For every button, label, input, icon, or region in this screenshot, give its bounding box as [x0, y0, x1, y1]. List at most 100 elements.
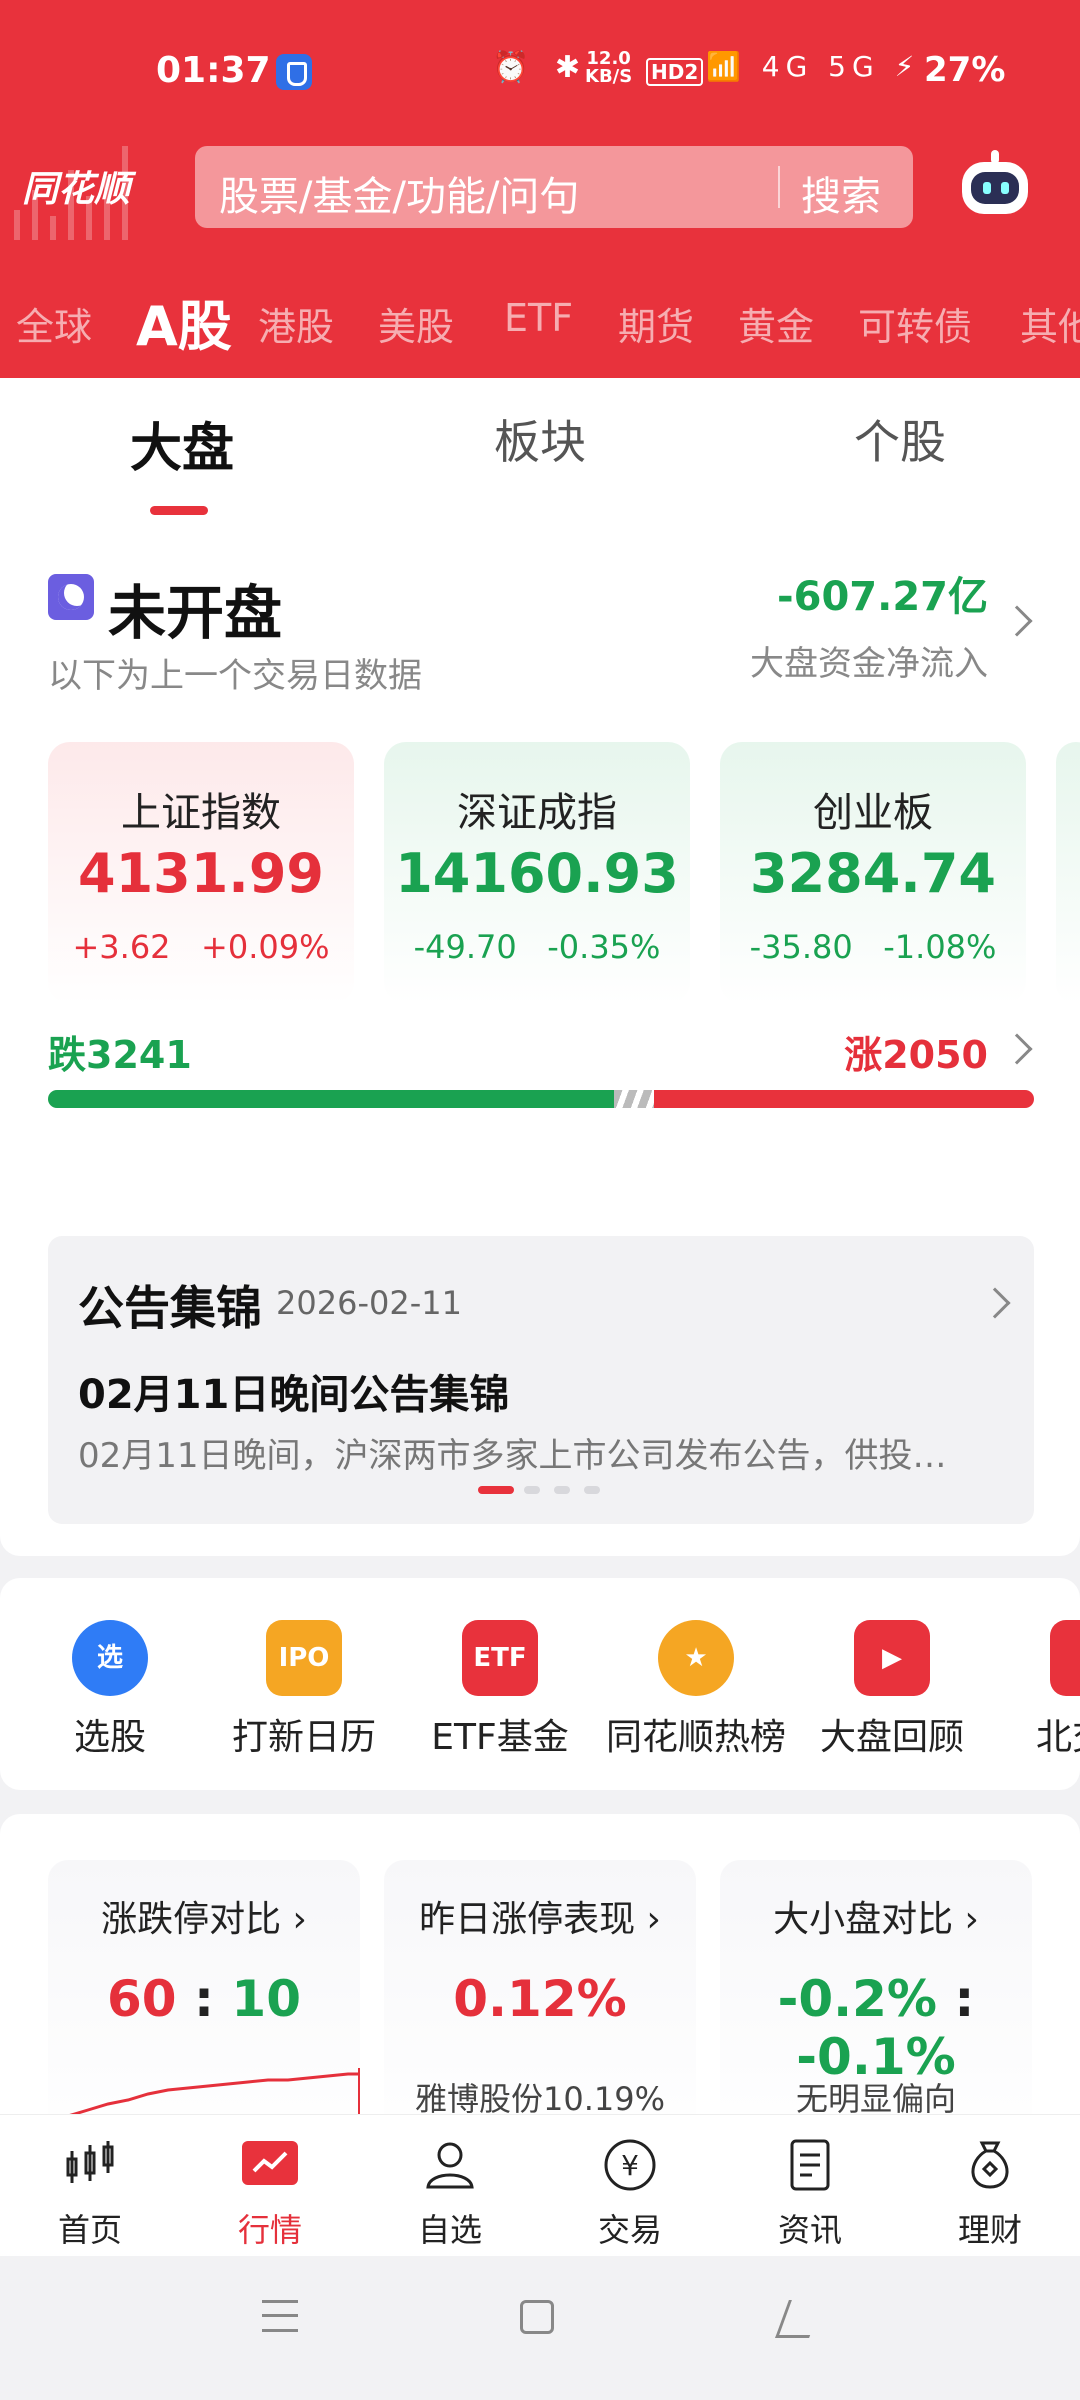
network-speed-unit: KB/S: [585, 66, 633, 87]
rising-count[interactable]: 涨2050: [844, 1024, 988, 1079]
tool-etf-funds[interactable]: ETF ETF基金: [400, 1578, 600, 1790]
signal-icons: 📶 4G 5G ⚡: [706, 50, 921, 83]
stat-value: -0.2% : -0.1%: [720, 1970, 1032, 2086]
large-vs-small-cap-card[interactable]: 大小盘对比 › -0.2% : -0.1% 无明显偏向: [720, 1860, 1032, 2114]
recent-apps-icon[interactable]: [262, 2300, 298, 2332]
app-header: 01:37 ⏰ ✱ 12.0 KB/S HD2 📶 4G 5G ⚡ 27% 同花顺…: [0, 0, 1080, 378]
yesterday-limit-up-card[interactable]: 昨日涨停表现 › 0.12% 雅博股份10.19%: [384, 1860, 696, 2114]
chevron-right-icon[interactable]: [979, 1287, 1011, 1319]
sub-tabs: 大盘 板块 个股: [0, 406, 1080, 515]
stat-extra: 雅博股份10.19%: [414, 2080, 666, 2114]
large-cap-change: -0.2%: [777, 1970, 937, 2028]
nav-watchlist[interactable]: 自选: [360, 2115, 540, 2257]
stat-separator: :: [194, 1970, 214, 2028]
search-divider: [778, 166, 780, 208]
network-speed: 12.0 KB/S: [585, 50, 632, 86]
tool-beijing-exchange[interactable]: 北交: [988, 1578, 1080, 1790]
candlestick-icon: [66, 2141, 114, 2183]
etf-icon: ETF: [462, 1620, 538, 1696]
index-name: 深证成指: [457, 790, 617, 836]
tab-futures[interactable]: 期货: [618, 296, 694, 351]
subtab-stocks[interactable]: 个股: [854, 406, 946, 472]
robot-icon[interactable]: [958, 150, 1032, 220]
market-tabs: 全球 A股 港股 美股 ETF 期货 黄金 可转债 其他: [0, 282, 1080, 358]
index-card-chinext[interactable]: 创业板 3284.74 -35.80 -1.08%: [720, 742, 1026, 1004]
net-capital-flow-label[interactable]: 大盘资金净流入: [750, 636, 988, 685]
alarm-bluetooth-icons: ⏰ ✱: [492, 50, 589, 85]
announcement-headline: 02月11日晚间公告集锦: [78, 1372, 510, 1418]
app-logo[interactable]: 同花顺: [22, 160, 172, 220]
hd-voice-icon: HD2: [646, 58, 704, 86]
home-icon[interactable]: [520, 2300, 554, 2334]
search-bar[interactable]: 股票/基金/功能/问句 搜索: [195, 146, 913, 228]
user-watchlist-icon: [426, 2142, 474, 2189]
battery-level: 27%: [924, 50, 1006, 90]
active-tab-indicator: [150, 506, 208, 515]
status-time: 01:37: [156, 50, 271, 91]
index-value: 14160.93: [395, 842, 679, 905]
index-change-pct: -1.08%: [883, 928, 997, 966]
index-card-partial[interactable]: [1056, 742, 1080, 1004]
stat-value: 0.12%: [453, 1970, 627, 2028]
net-capital-flow[interactable]: -607.27亿: [777, 564, 988, 622]
tool-hot-list[interactable]: ★ 同花顺热榜: [596, 1578, 796, 1790]
limit-up-down-card[interactable]: 涨跌停对比 › 60 : 10: [48, 1860, 360, 2114]
status-bar: 01:37 ⏰ ✱ 12.0 KB/S HD2 📶 4G 5G ⚡ 27%: [0, 0, 1080, 140]
tool-stock-picker[interactable]: 选 选股: [10, 1578, 210, 1790]
announcement-date: 2026-02-11: [276, 1284, 462, 1322]
tab-gold[interactable]: 黄金: [738, 296, 814, 351]
nav-trade[interactable]: ¥ 交易: [540, 2115, 720, 2257]
tab-other[interactable]: 其他: [1020, 296, 1080, 351]
beijing-exchange-icon: [1050, 1620, 1080, 1696]
svg-text:¥: ¥: [621, 2149, 639, 2182]
nav-label: 行情: [237, 2211, 302, 2249]
market-overview-panel: 大盘 板块 个股 未开盘 以下为上一个交易日数据 -607.27亿 大盘资金净流…: [0, 378, 1080, 1556]
nav-home[interactable]: 首页: [0, 2115, 180, 2257]
index-value: 3284.74: [750, 842, 996, 905]
announcement-title: 公告集锦: [78, 1281, 262, 1335]
tab-hk[interactable]: 港股: [258, 296, 334, 351]
nav-wealth[interactable]: 理财: [900, 2115, 1080, 2257]
tab-a-shares[interactable]: A股: [136, 282, 232, 358]
index-name: 上证指数: [121, 790, 281, 836]
stat-title: 昨日涨停表现 ›: [419, 1899, 661, 1940]
index-change-points: -49.70: [413, 928, 517, 966]
market-chart-icon: [242, 2141, 298, 2185]
tab-us[interactable]: 美股: [378, 296, 454, 351]
limit-up-count: 60: [106, 1970, 177, 2028]
nav-label: 交易: [597, 2211, 662, 2249]
search-button[interactable]: 搜索: [801, 164, 881, 222]
stat-title: 涨跌停对比 ›: [101, 1899, 307, 1940]
stock-picker-icon: 选: [72, 1620, 148, 1696]
market-status-sub: 以下为上一个交易日数据: [48, 656, 422, 696]
tab-convertible-bonds[interactable]: 可转债: [858, 296, 972, 351]
breadth-bar-rise: [654, 1090, 1034, 1108]
carousel-dots: [478, 1486, 628, 1496]
subtab-index[interactable]: 大盘: [130, 406, 234, 481]
tool-label: 同花顺热榜: [605, 1717, 786, 1758]
nav-news[interactable]: 资讯: [720, 2115, 900, 2257]
index-change-points: +3.62: [72, 928, 171, 966]
yen-coin-icon: ¥: [604, 2139, 656, 2191]
chevron-right-icon[interactable]: [1001, 1033, 1033, 1065]
index-change-pct: +0.09%: [201, 928, 330, 966]
announcement-card[interactable]: 公告集锦 2026-02-11 02月11日晚间公告集锦 02月11日晚间，沪深…: [48, 1236, 1034, 1524]
back-icon[interactable]: [775, 2300, 823, 2338]
money-bag-icon: [971, 2141, 1009, 2189]
nav-market[interactable]: 行情: [180, 2115, 360, 2257]
tool-ipo-calendar[interactable]: IPO 打新日历: [204, 1578, 404, 1790]
tab-global[interactable]: 全球: [16, 296, 92, 351]
tab-etf[interactable]: ETF: [504, 296, 573, 340]
subtab-sectors[interactable]: 板块: [494, 406, 586, 472]
nav-label: 首页: [57, 2211, 122, 2249]
chevron-right-icon[interactable]: [1001, 605, 1033, 637]
index-card-shenzhen[interactable]: 深证成指 14160.93 -49.70 -0.35%: [384, 742, 690, 1004]
falling-count: 跌3241: [48, 1033, 192, 1077]
search-input[interactable]: 股票/基金/功能/问句: [219, 164, 579, 222]
tool-label: ETF基金: [431, 1717, 569, 1758]
intraday-sparkline: [69, 2068, 360, 2114]
index-card-shanghai[interactable]: 上证指数 4131.99 +3.62 +0.09%: [48, 742, 354, 1004]
tool-label: 大盘回顾: [819, 1717, 964, 1758]
tool-market-review[interactable]: ▶ 大盘回顾: [792, 1578, 992, 1790]
index-change-points: -35.80: [749, 928, 853, 966]
